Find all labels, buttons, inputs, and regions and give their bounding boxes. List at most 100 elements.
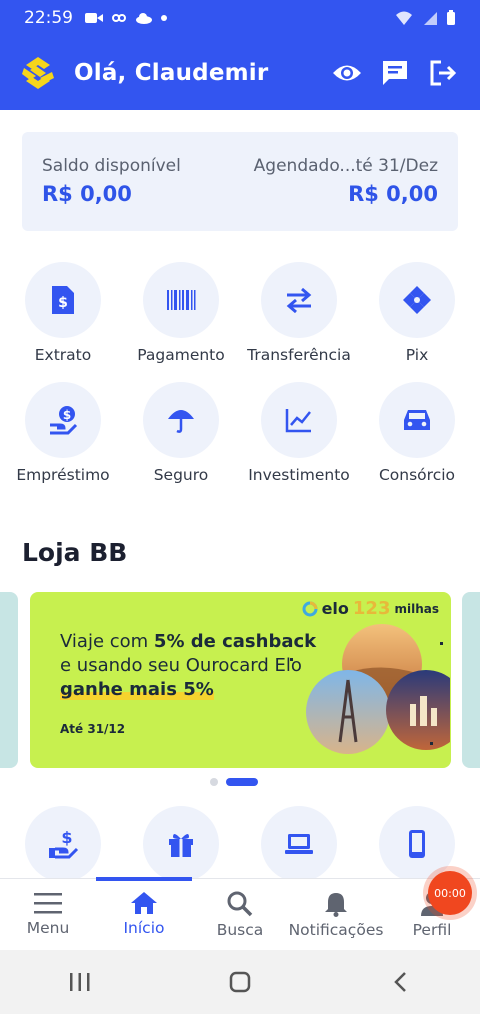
- chat-icon: [383, 61, 407, 85]
- nav-notificacoes[interactable]: Notificações: [288, 879, 384, 950]
- banco-do-brasil-logo-icon: [22, 57, 54, 89]
- nav-inicio[interactable]: Início: [96, 877, 192, 950]
- travel-photos-illustration: [290, 624, 450, 754]
- recent-apps-button[interactable]: [50, 962, 110, 1002]
- carousel-next-slide[interactable]: [462, 592, 480, 768]
- nav-label: Busca: [216, 921, 264, 939]
- barcode-icon: [167, 290, 196, 310]
- shortcut-extrato[interactable]: $ Extrato: [4, 262, 122, 364]
- nfc-icon: [112, 14, 126, 22]
- statement-icon: $: [52, 286, 74, 314]
- shortcut-transferencia[interactable]: Transferência: [240, 262, 358, 364]
- shortcut-label: Consórcio: [378, 466, 456, 484]
- system-navigation-bar: [0, 950, 480, 1014]
- svg-text:$: $: [63, 408, 71, 422]
- shortcut-investimento[interactable]: Investimento: [240, 382, 358, 484]
- scheduled-balance-value: R$ 0,00: [348, 182, 438, 206]
- gift-icon: [169, 833, 193, 857]
- available-balance: Saldo disponível R$ 0,00: [42, 156, 181, 206]
- back-button[interactable]: [370, 962, 430, 1002]
- shortcut-gift[interactable]: [122, 806, 240, 882]
- scheduled-balance-label: Agendado...té 31/Dez: [253, 156, 438, 176]
- messages-button[interactable]: [378, 56, 412, 90]
- shortcut-hand-money[interactable]: $: [4, 806, 122, 882]
- cloud-icon: [136, 13, 152, 24]
- video-icon: [85, 13, 103, 23]
- phone-icon: [409, 830, 425, 858]
- nav-active-indicator: [96, 877, 192, 881]
- wifi-icon: [396, 11, 412, 25]
- bottom-navigation: Menu Início Busca Notificações Perfil: [0, 877, 480, 950]
- logout-icon: [430, 60, 457, 86]
- pix-icon: [403, 286, 431, 314]
- shortcut-pix[interactable]: Pix: [358, 262, 476, 364]
- status-time: 22:59: [24, 8, 73, 28]
- elo-logo-icon: [302, 601, 318, 616]
- svg-text:$: $: [58, 295, 68, 311]
- shortcut-label: Transferência: [247, 346, 351, 364]
- shortcuts-row-3: $: [0, 806, 480, 882]
- brand-milhas-text: milhas: [394, 601, 439, 616]
- nav-label: Perfil: [412, 921, 452, 939]
- hand-money-icon: $: [49, 829, 79, 859]
- available-balance-value: R$ 0,00: [42, 182, 132, 206]
- nav-label: Menu: [26, 919, 70, 937]
- home-system-button[interactable]: [210, 962, 270, 1002]
- umbrella-icon: [168, 410, 194, 433]
- promo-banner[interactable]: elo 123 milhas Viaje com 5% de cashback …: [30, 592, 451, 768]
- nav-menu[interactable]: Menu: [0, 879, 96, 950]
- balance-card[interactable]: Saldo disponível R$ 0,00 Agendado...té 3…: [22, 132, 458, 231]
- shortcuts-row-1: $ Extrato Pagamento Transferência Pix: [0, 262, 480, 364]
- screen-recording-badge[interactable]: 00:00: [428, 871, 472, 915]
- shortcut-consorcio[interactable]: Consórcio: [358, 382, 476, 484]
- logout-button[interactable]: [426, 56, 460, 90]
- shortcut-label: Empréstimo: [16, 466, 110, 484]
- svg-text:$: $: [61, 829, 72, 847]
- shortcuts-row-2: $ Empréstimo Seguro Investimento Consórc…: [0, 382, 480, 484]
- shortcut-label: Investimento: [248, 466, 350, 484]
- shortcut-laptop[interactable]: [240, 806, 358, 882]
- status-bar: 22:59: [0, 0, 480, 36]
- shortcut-phone[interactable]: [358, 806, 476, 882]
- back-chevron-icon: [394, 972, 406, 992]
- banner-line1-pre: Viaje com: [60, 631, 154, 652]
- signal-icon: [424, 12, 437, 25]
- car-icon: [404, 410, 430, 430]
- transfer-arrows-icon: [286, 287, 312, 313]
- nav-busca[interactable]: Busca: [192, 879, 288, 950]
- brand-123-text: 123: [352, 598, 391, 619]
- brand-elo-text: elo: [321, 599, 349, 618]
- app-header: Olá, Claudemir: [0, 36, 480, 110]
- nav-label: Notificações: [288, 921, 384, 939]
- scheduled-balance: Agendado...té 31/Dez R$ 0,00: [254, 156, 438, 206]
- eye-icon: [333, 65, 361, 81]
- notification-dot-icon: [161, 15, 167, 21]
- toggle-balance-visibility-button[interactable]: [330, 56, 364, 90]
- home-square-icon: [229, 971, 251, 993]
- nav-label: Início: [123, 919, 165, 937]
- recent-apps-icon: [70, 973, 90, 991]
- shortcut-seguro[interactable]: Seguro: [122, 382, 240, 484]
- shortcut-label: Seguro: [153, 466, 209, 484]
- banner-line3: ganhe mais 5%: [60, 679, 214, 700]
- carousel-dot[interactable]: [210, 778, 218, 786]
- greeting-title: Olá, Claudemir: [74, 60, 269, 86]
- shortcut-pagamento[interactable]: Pagamento: [122, 262, 240, 364]
- banner-brand: elo 123 milhas: [302, 598, 439, 619]
- carousel-dot-active[interactable]: [226, 778, 258, 786]
- shortcut-emprestimo[interactable]: $ Empréstimo: [4, 382, 122, 484]
- loja-bb-title: Loja BB: [22, 538, 128, 567]
- bell-icon: [325, 893, 347, 917]
- battery-icon: [447, 10, 455, 25]
- search-icon: [227, 891, 253, 917]
- loan-icon: $: [50, 406, 78, 435]
- shortcut-label: Extrato: [34, 346, 92, 364]
- menu-icon: [34, 893, 62, 914]
- laptop-icon: [285, 834, 313, 854]
- carousel-prev-slide[interactable]: [0, 592, 18, 768]
- chart-icon: [285, 409, 311, 433]
- available-balance-label: Saldo disponível: [42, 156, 181, 176]
- banner-date: Até 31/12: [60, 722, 126, 736]
- carousel-indicator: [210, 778, 258, 786]
- shortcut-label: Pagamento: [137, 346, 225, 364]
